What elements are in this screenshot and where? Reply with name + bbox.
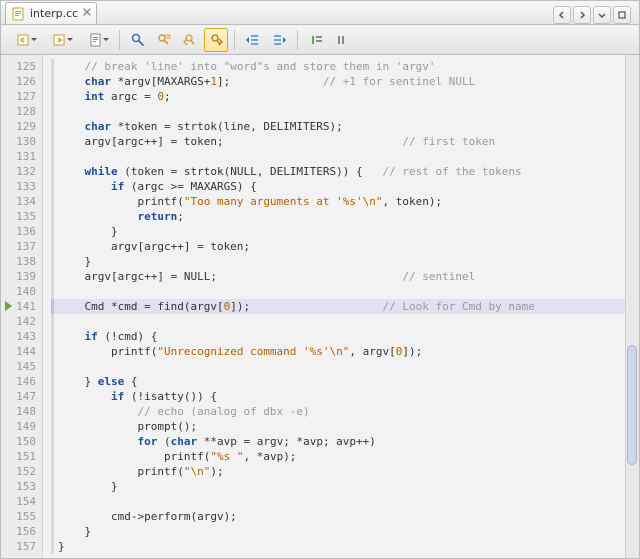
code-line[interactable]: } (51, 539, 625, 554)
scrollbar-thumb[interactable] (627, 345, 637, 465)
code-line[interactable]: argv[argc++] = token; // first token (51, 134, 625, 149)
toolbar-separator (297, 30, 298, 50)
code-line[interactable]: } (51, 224, 625, 239)
comment-button[interactable] (304, 28, 328, 52)
code-line[interactable]: cmd->perform(argv); (51, 509, 625, 524)
line-number: 155 (1, 509, 36, 524)
line-number: 133 (1, 179, 36, 194)
editor-toolbar (1, 25, 639, 55)
line-number: 130 (1, 134, 36, 149)
line-number: 132 (1, 164, 36, 179)
line-number: 150 (1, 434, 36, 449)
code-line[interactable]: Cmd *cmd = find(argv[0]); // Look for Cm… (51, 299, 625, 314)
code-line[interactable]: if (!cmd) { (51, 329, 625, 344)
code-line[interactable]: argv[argc++] = NULL; // sentinel (51, 269, 625, 284)
code-area[interactable]: // break 'line' into "word"s and store t… (43, 55, 625, 558)
code-line[interactable]: printf("Too many arguments at '%s'\n", t… (51, 194, 625, 209)
shift-right-button[interactable] (267, 28, 291, 52)
cpp-file-icon (12, 7, 26, 21)
code-line[interactable]: argv[argc++] = token; (51, 239, 625, 254)
code-line[interactable]: } (51, 254, 625, 269)
tab-scroll-right-button[interactable] (573, 6, 591, 24)
line-number: 137 (1, 239, 36, 254)
line-number: 126 (1, 74, 36, 89)
line-number: 129 (1, 119, 36, 134)
line-number: 153 (1, 479, 36, 494)
code-line[interactable] (51, 284, 625, 299)
line-number: 143 (1, 329, 36, 344)
close-tab-button[interactable] (82, 7, 92, 17)
code-line[interactable]: return; (51, 209, 625, 224)
code-line[interactable]: if (argc >= MAXARGS) { (51, 179, 625, 194)
code-line[interactable]: // break 'line' into "word"s and store t… (51, 59, 625, 74)
code-line[interactable] (51, 104, 625, 119)
line-number: 131 (1, 149, 36, 164)
find-selection-button[interactable] (152, 28, 176, 52)
code-line[interactable]: prompt(); (51, 419, 625, 434)
code-line[interactable]: printf("\n"); (51, 464, 625, 479)
source-forward-button[interactable] (43, 28, 77, 52)
line-number: 125 (1, 59, 36, 74)
code-line[interactable]: int argc = 0; (51, 89, 625, 104)
source-back-button[interactable] (7, 28, 41, 52)
find-next-button[interactable] (204, 28, 228, 52)
uncomment-button[interactable] (330, 28, 354, 52)
code-line[interactable] (51, 494, 625, 509)
line-number: 138 (1, 254, 36, 269)
line-number: 157 (1, 539, 36, 554)
code-line[interactable] (51, 314, 625, 329)
tab-list-button[interactable] (593, 6, 611, 24)
tab-bar: interp.cc (1, 1, 639, 25)
file-tab[interactable]: interp.cc (5, 2, 97, 24)
editor-window: interp.cc 1251261271281291301311321 (0, 0, 640, 559)
line-number: 152 (1, 464, 36, 479)
line-number: 134 (1, 194, 36, 209)
line-number: 139 (1, 269, 36, 284)
code-line[interactable]: while (token = strtok(NULL, DELIMITERS))… (51, 164, 625, 179)
line-number: 135 (1, 209, 36, 224)
vertical-scrollbar[interactable] (625, 55, 639, 558)
line-number: 148 (1, 404, 36, 419)
line-number: 151 (1, 449, 36, 464)
code-line[interactable]: char *argv[MAXARGS+1]; // +1 for sentine… (51, 74, 625, 89)
line-number: 154 (1, 494, 36, 509)
code-line[interactable]: char *token = strtok(line, DELIMITERS); (51, 119, 625, 134)
shift-left-button[interactable] (241, 28, 265, 52)
code-line[interactable]: // echo (analog of dbx -e) (51, 404, 625, 419)
line-number: 136 (1, 224, 36, 239)
file-tab-label: interp.cc (30, 7, 78, 20)
code-line[interactable] (51, 149, 625, 164)
tab-scroll-left-button[interactable] (553, 6, 571, 24)
line-number: 156 (1, 524, 36, 539)
line-number: 142 (1, 314, 36, 329)
code-line[interactable]: for (char **avp = argv; *avp; avp++) (51, 434, 625, 449)
code-line[interactable]: if (!isatty()) { (51, 389, 625, 404)
line-number: 147 (1, 389, 36, 404)
toolbar-separator (119, 30, 120, 50)
line-number: 149 (1, 419, 36, 434)
code-line[interactable]: } (51, 524, 625, 539)
tab-nav-buttons (553, 6, 635, 24)
code-line[interactable]: printf("%s ", *avp); (51, 449, 625, 464)
toolbar-separator (234, 30, 235, 50)
find-button[interactable] (126, 28, 150, 52)
code-line[interactable]: } (51, 479, 625, 494)
code-line[interactable]: printf("Unrecognized command '%s'\n", ar… (51, 344, 625, 359)
document-button[interactable] (79, 28, 113, 52)
line-number: 140 (1, 284, 36, 299)
code-editor[interactable]: 1251261271281291301311321331341351361371… (1, 55, 639, 558)
line-number: 146 (1, 374, 36, 389)
line-number: 141 (1, 299, 36, 314)
line-number: 127 (1, 89, 36, 104)
line-number: 144 (1, 344, 36, 359)
line-number: 145 (1, 359, 36, 374)
code-line[interactable] (51, 359, 625, 374)
tab-maximize-button[interactable] (613, 6, 631, 24)
find-previous-button[interactable] (178, 28, 202, 52)
line-number-gutter: 1251261271281291301311321331341351361371… (1, 55, 43, 558)
code-line[interactable]: } else { (51, 374, 625, 389)
line-number: 128 (1, 104, 36, 119)
